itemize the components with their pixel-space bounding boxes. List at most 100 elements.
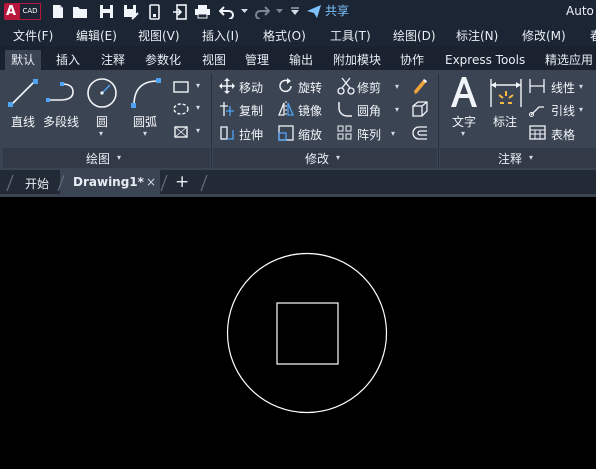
- stretch-icon[interactable]: [219, 125, 235, 145]
- rotate-icon[interactable]: [278, 78, 294, 98]
- share-icon[interactable]: [305, 3, 322, 20]
- tab-default[interactable]: 默认: [5, 50, 41, 70]
- hatch-icon[interactable]: [172, 101, 190, 120]
- stretch-label[interactable]: 拉伸: [239, 126, 263, 143]
- menu-format[interactable]: 格式(O): [263, 27, 306, 44]
- app-logo[interactable]: A CAD: [4, 3, 41, 20]
- redo-icon[interactable]: [253, 3, 270, 20]
- leader-dropdown-icon[interactable]: ▾: [579, 105, 583, 114]
- trim-label[interactable]: 修剪: [357, 79, 381, 96]
- close-tab-icon[interactable]: ×: [146, 175, 156, 189]
- copy-icon[interactable]: [219, 101, 235, 121]
- trim-icon[interactable]: [337, 77, 355, 99]
- boundary-icon[interactable]: [172, 124, 190, 144]
- text-icon[interactable]: [448, 75, 480, 113]
- tab-collaborate[interactable]: 协作: [400, 50, 424, 70]
- array-dropdown-icon[interactable]: ▾: [391, 129, 395, 138]
- web-mobile-save-icon[interactable]: [146, 3, 163, 20]
- polyline-icon[interactable]: [45, 81, 81, 109]
- text-dropdown-icon[interactable]: ▾: [461, 129, 465, 138]
- scale-label[interactable]: 缩放: [298, 126, 322, 143]
- customize-toolbar-icon[interactable]: [286, 3, 303, 20]
- import-icon[interactable]: [171, 3, 188, 20]
- open-folder-icon[interactable]: [72, 3, 89, 20]
- array-icon[interactable]: [337, 125, 353, 145]
- menu-file[interactable]: 文件(F): [13, 27, 53, 44]
- erase-icon[interactable]: [411, 77, 429, 99]
- circle-icon[interactable]: [86, 77, 118, 113]
- trim-dropdown-icon[interactable]: ▾: [395, 82, 399, 91]
- tab-parametric[interactable]: 参数化: [145, 50, 181, 70]
- save-as-icon[interactable]: [122, 3, 139, 20]
- new-tab-button[interactable]: +: [175, 172, 189, 192]
- drawn-circle[interactable]: [226, 252, 388, 414]
- dimension-label[interactable]: 标注: [493, 113, 517, 130]
- rotate-label[interactable]: 旋转: [298, 79, 322, 96]
- annotation-panel-expand-icon[interactable]: ▾: [529, 153, 533, 162]
- linear-dropdown-icon[interactable]: ▾: [579, 82, 583, 91]
- scale-icon[interactable]: [278, 125, 294, 145]
- mirror-icon[interactable]: [278, 101, 294, 121]
- move-label[interactable]: 移动: [239, 79, 263, 96]
- table-icon[interactable]: [529, 125, 546, 144]
- menu-overflow[interactable]: 春: [590, 27, 596, 44]
- arc-dropdown-icon[interactable]: ▾: [143, 129, 147, 138]
- menu-dimension[interactable]: 标注(N): [456, 27, 498, 44]
- tab-annotate[interactable]: 注释: [101, 50, 125, 70]
- tab-start[interactable]: 开始: [25, 175, 49, 192]
- polyline-label[interactable]: 多段线: [43, 113, 79, 130]
- text-label[interactable]: 文字: [452, 113, 476, 130]
- undo-icon[interactable]: [218, 3, 235, 20]
- copy-label[interactable]: 复制: [239, 102, 263, 119]
- tab-manage[interactable]: 管理: [245, 50, 269, 70]
- drawn-square[interactable]: [276, 302, 339, 365]
- menu-view[interactable]: 视图(V): [138, 27, 180, 44]
- plot-icon[interactable]: [194, 3, 211, 20]
- rectangle-icon[interactable]: [172, 79, 190, 98]
- menu-tools[interactable]: 工具(T): [330, 27, 371, 44]
- tab-express-tools[interactable]: Express Tools: [445, 50, 525, 70]
- fillet-dropdown-icon[interactable]: ▾: [395, 105, 399, 114]
- tab-insert[interactable]: 插入: [56, 50, 80, 70]
- rectangle-dropdown-icon[interactable]: ▾: [196, 81, 200, 90]
- line-icon[interactable]: [7, 77, 39, 113]
- circle-dropdown-icon[interactable]: ▾: [99, 129, 103, 138]
- hatch-dropdown-icon[interactable]: ▾: [196, 103, 200, 112]
- fillet-icon[interactable]: [337, 101, 353, 121]
- linear-dimension-icon[interactable]: [529, 78, 545, 98]
- undo-dropdown-icon[interactable]: [236, 3, 253, 20]
- leader-label[interactable]: 引线: [551, 102, 575, 119]
- drawing-canvas[interactable]: [0, 194, 596, 465]
- tab-view[interactable]: 视图: [202, 50, 226, 70]
- tab-addins[interactable]: 附加模块: [333, 50, 381, 70]
- menu-draw[interactable]: 绘图(D): [393, 27, 436, 44]
- dimension-icon[interactable]: [489, 77, 523, 113]
- share-button[interactable]: 共享: [325, 3, 349, 20]
- line-label[interactable]: 直线: [11, 113, 35, 130]
- tab-featured-apps[interactable]: 精选应用: [545, 50, 593, 70]
- explode-icon[interactable]: [411, 101, 429, 121]
- offset-icon[interactable]: [411, 125, 429, 145]
- tab-drawing1-label[interactable]: Drawing1*: [73, 175, 144, 189]
- save-icon[interactable]: [98, 3, 115, 20]
- leader-icon[interactable]: [529, 101, 545, 121]
- arc-label[interactable]: 圆弧: [133, 113, 157, 130]
- menu-modify[interactable]: 修改(M): [522, 27, 566, 44]
- draw-panel-expand-icon[interactable]: ▾: [117, 153, 121, 162]
- menu-insert[interactable]: 插入(I): [202, 27, 239, 44]
- annotation-panel-title[interactable]: 注释: [498, 150, 522, 167]
- boundary-dropdown-icon[interactable]: ▾: [196, 126, 200, 135]
- circle-label[interactable]: 圆: [96, 113, 108, 130]
- mirror-label[interactable]: 镜像: [298, 102, 322, 119]
- linear-dimension-label[interactable]: 线性: [551, 79, 575, 96]
- draw-panel-title[interactable]: 绘图: [86, 150, 110, 167]
- modify-panel-expand-icon[interactable]: ▾: [336, 153, 340, 162]
- move-icon[interactable]: [219, 78, 235, 98]
- arc-icon[interactable]: [130, 77, 162, 113]
- new-file-icon[interactable]: [49, 3, 66, 20]
- menu-edit[interactable]: 编辑(E): [76, 27, 117, 44]
- tab-output[interactable]: 输出: [289, 50, 313, 70]
- modify-panel-title[interactable]: 修改: [305, 150, 329, 167]
- table-label[interactable]: 表格: [551, 126, 575, 143]
- fillet-label[interactable]: 圆角: [357, 102, 381, 119]
